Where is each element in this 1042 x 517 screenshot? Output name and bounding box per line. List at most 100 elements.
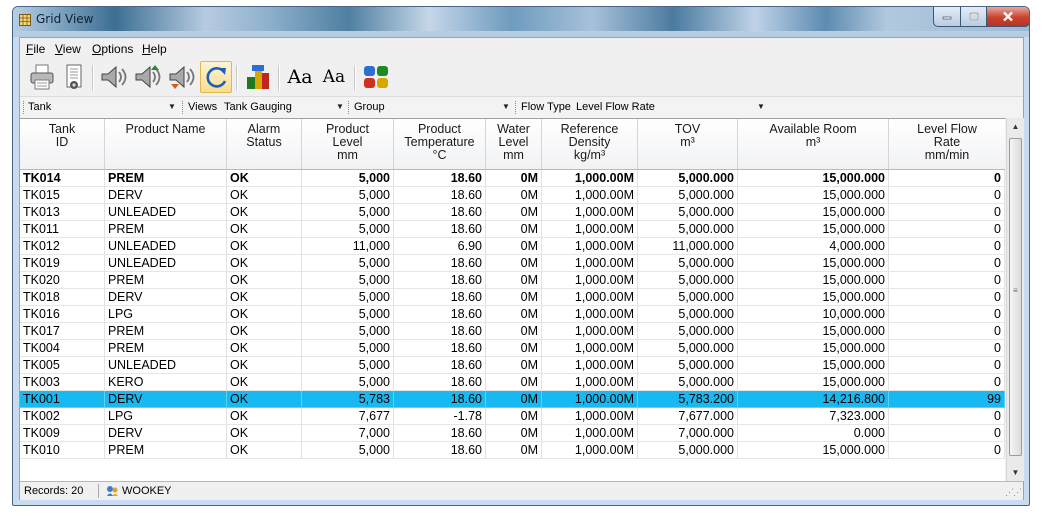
cell-water-level[interactable]: 0M (486, 340, 542, 357)
scroll-down-icon[interactable]: ▼ (1007, 464, 1024, 481)
cell-tov[interactable]: 5,000.000 (638, 357, 738, 374)
title-bar[interactable]: Grid View (13, 7, 1029, 31)
cell-product-level[interactable]: 5,000 (302, 204, 394, 221)
cell-tank-id[interactable]: TK016 (20, 306, 105, 323)
cell-water-level[interactable]: 0M (486, 170, 542, 187)
cell-reference-density[interactable]: 1,000.00M (542, 221, 638, 238)
cell-level-flow-rate[interactable]: 0 (889, 170, 1005, 187)
refresh-button[interactable] (200, 61, 232, 93)
table-row[interactable]: TK004 PREM OK 5,000 18.60 0M 1,000.00M 5,000.00… (20, 340, 1005, 357)
cell-tov[interactable]: 5,000.000 (638, 255, 738, 272)
column-header-available-room[interactable]: Available Room m³ (738, 119, 889, 169)
tank-filter[interactable]: Tank (28, 101, 51, 113)
cell-tov[interactable]: 5,000.000 (638, 306, 738, 323)
cell-available-room[interactable]: 15,000.000 (738, 204, 889, 221)
cell-product-temperature[interactable]: 18.60 (394, 272, 486, 289)
table-row[interactable]: TK005 UNLEADED OK 5,000 18.60 0M 1,000.00M 5,00… (20, 357, 1005, 374)
cell-alarm-status[interactable]: OK (227, 425, 302, 442)
cell-product-temperature[interactable]: 18.60 (394, 442, 486, 459)
cell-product-level[interactable]: 5,000 (302, 442, 394, 459)
close-button[interactable] (986, 7, 1029, 27)
cell-product-name[interactable]: UNLEADED (105, 357, 227, 374)
cell-tank-id[interactable]: TK001 (20, 391, 105, 408)
cell-alarm-status[interactable]: OK (227, 442, 302, 459)
cell-water-level[interactable]: 0M (486, 204, 542, 221)
cell-level-flow-rate[interactable]: 0 (889, 187, 1005, 204)
tank-settings-button[interactable] (360, 61, 392, 93)
cell-tank-id[interactable]: TK017 (20, 323, 105, 340)
cell-tank-id[interactable]: TK012 (20, 238, 105, 255)
cell-alarm-status[interactable]: OK (227, 272, 302, 289)
cell-alarm-status[interactable]: OK (227, 391, 302, 408)
cell-product-temperature[interactable]: 18.60 (394, 187, 486, 204)
cell-tov[interactable]: 7,677.000 (638, 408, 738, 425)
vertical-scrollbar[interactable]: ▲ ≡ ▼ (1006, 118, 1024, 481)
cell-tank-id[interactable]: TK002 (20, 408, 105, 425)
cell-reference-density[interactable]: 1,000.00M (542, 374, 638, 391)
cell-tov[interactable]: 5,000.000 (638, 374, 738, 391)
cell-water-level[interactable]: 0M (486, 306, 542, 323)
cell-alarm-status[interactable]: OK (227, 187, 302, 204)
cell-water-level[interactable]: 0M (486, 187, 542, 204)
table-row[interactable]: TK013 UNLEADED OK 5,000 18.60 0M 1,000.00M 5,00… (20, 204, 1005, 221)
cell-product-name[interactable]: DERV (105, 391, 227, 408)
cell-water-level[interactable]: 0M (486, 323, 542, 340)
cell-product-name[interactable]: DERV (105, 425, 227, 442)
cell-product-level[interactable]: 5,000 (302, 221, 394, 238)
cell-level-flow-rate[interactable]: 0 (889, 255, 1005, 272)
cell-level-flow-rate[interactable]: 0 (889, 425, 1005, 442)
cell-level-flow-rate[interactable]: 0 (889, 340, 1005, 357)
decrease-font-button[interactable]: Aa (318, 61, 350, 93)
cell-product-level[interactable]: 5,000 (302, 272, 394, 289)
cell-product-temperature[interactable]: 18.60 (394, 221, 486, 238)
column-header-tank-id[interactable]: Tank ID (20, 119, 105, 169)
volume-down-button[interactable] (166, 61, 198, 93)
menu-file[interactable]: File (26, 42, 45, 56)
cell-alarm-status[interactable]: OK (227, 357, 302, 374)
table-row[interactable]: TK015 DERV OK 5,000 18.60 0M 1,000.00M 5,000.00… (20, 187, 1005, 204)
cell-alarm-status[interactable]: OK (227, 221, 302, 238)
table-row[interactable]: TK010 PREM OK 5,000 18.60 0M 1,000.00M 5,000.00… (20, 442, 1005, 459)
cell-level-flow-rate[interactable]: 0 (889, 357, 1005, 374)
cell-water-level[interactable]: 0M (486, 272, 542, 289)
cell-alarm-status[interactable]: OK (227, 323, 302, 340)
cell-product-temperature[interactable]: 18.60 (394, 357, 486, 374)
menu-view[interactable]: View (55, 42, 81, 56)
cell-water-level[interactable]: 0M (486, 442, 542, 459)
cell-tank-id[interactable]: TK013 (20, 204, 105, 221)
table-row[interactable]: TK014 PREM OK 5,000 18.60 0M 1,000.00M 5,000.00… (20, 170, 1005, 187)
cell-available-room[interactable]: 15,000.000 (738, 187, 889, 204)
scroll-thumb[interactable]: ≡ (1009, 138, 1022, 456)
cell-alarm-status[interactable]: OK (227, 170, 302, 187)
cell-available-room[interactable]: 0.000 (738, 425, 889, 442)
cell-tov[interactable]: 5,000.000 (638, 221, 738, 238)
cell-tank-id[interactable]: TK003 (20, 374, 105, 391)
table-row[interactable]: TK016 LPG OK 5,000 18.60 0M 1,000.00M 5,000.000… (20, 306, 1005, 323)
cell-tov[interactable]: 5,000.000 (638, 442, 738, 459)
print-button[interactable] (26, 61, 58, 93)
cell-tov[interactable]: 5,000.000 (638, 187, 738, 204)
increase-font-button[interactable]: Aa (284, 61, 316, 93)
cell-available-room[interactable]: 15,000.000 (738, 221, 889, 238)
cell-reference-density[interactable]: 1,000.00M (542, 391, 638, 408)
cell-tank-id[interactable]: TK020 (20, 272, 105, 289)
cell-tov[interactable]: 5,000.000 (638, 323, 738, 340)
cell-product-name[interactable]: LPG (105, 306, 227, 323)
column-header-product-temperature[interactable]: Product Temperature °C (394, 119, 486, 169)
cell-product-level[interactable]: 5,000 (302, 255, 394, 272)
cell-product-temperature[interactable]: 18.60 (394, 170, 486, 187)
cell-alarm-status[interactable]: OK (227, 255, 302, 272)
cell-available-room[interactable]: 15,000.000 (738, 272, 889, 289)
cell-tank-id[interactable]: TK014 (20, 170, 105, 187)
flow-type-select[interactable]: Level Flow Rate (576, 101, 655, 113)
cell-reference-density[interactable]: 1,000.00M (542, 289, 638, 306)
group-filter[interactable]: Group (354, 101, 385, 113)
cell-alarm-status[interactable]: OK (227, 238, 302, 255)
cell-reference-density[interactable]: 1,000.00M (542, 357, 638, 374)
cell-product-level[interactable]: 5,000 (302, 340, 394, 357)
cell-product-name[interactable]: PREM (105, 340, 227, 357)
cell-tank-id[interactable]: TK018 (20, 289, 105, 306)
cell-product-temperature[interactable]: 18.60 (394, 391, 486, 408)
cell-water-level[interactable]: 0M (486, 255, 542, 272)
cell-product-name[interactable]: PREM (105, 323, 227, 340)
